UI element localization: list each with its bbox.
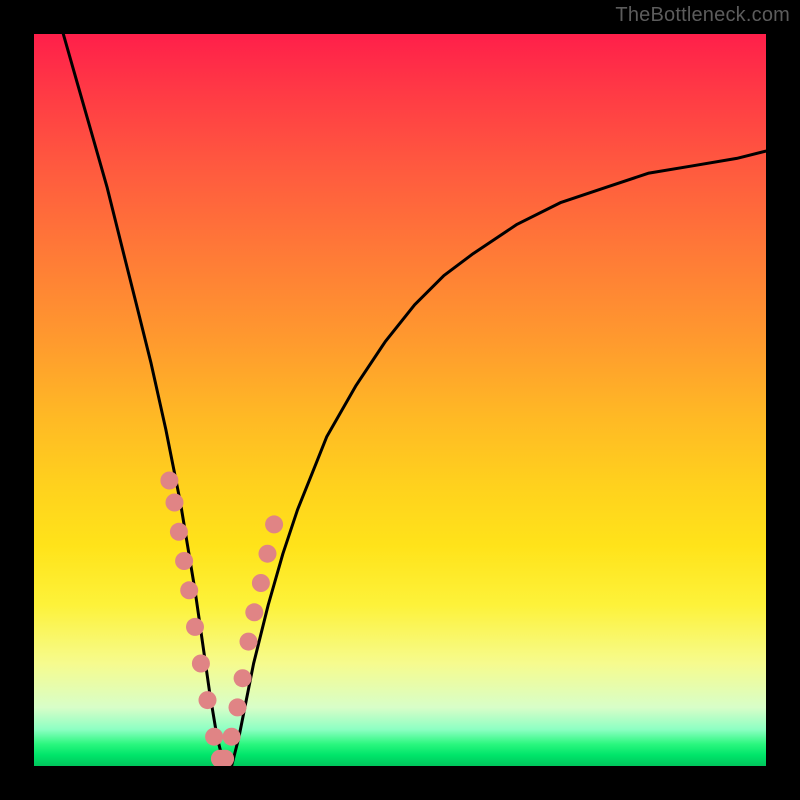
- data-point: [205, 728, 223, 746]
- data-point: [192, 655, 210, 673]
- data-point: [199, 691, 217, 709]
- data-point: [180, 581, 198, 599]
- data-point: [223, 728, 241, 746]
- watermark-text: TheBottleneck.com: [615, 4, 790, 27]
- data-point: [240, 633, 258, 651]
- plot-area: [34, 34, 766, 766]
- bottleneck-curve: [63, 34, 766, 766]
- data-point: [234, 669, 252, 687]
- bottleneck-curve-path: [63, 34, 766, 766]
- outer-frame: TheBottleneck.com: [0, 0, 800, 800]
- data-point: [229, 698, 247, 716]
- data-point: [170, 523, 188, 541]
- data-point: [166, 494, 184, 512]
- chart-svg: [34, 34, 766, 766]
- data-point: [252, 574, 270, 592]
- data-point: [160, 472, 178, 490]
- data-point: [186, 618, 204, 636]
- data-point: [175, 552, 193, 570]
- data-point: [245, 603, 263, 621]
- data-point: [265, 515, 283, 533]
- data-point: [259, 545, 277, 563]
